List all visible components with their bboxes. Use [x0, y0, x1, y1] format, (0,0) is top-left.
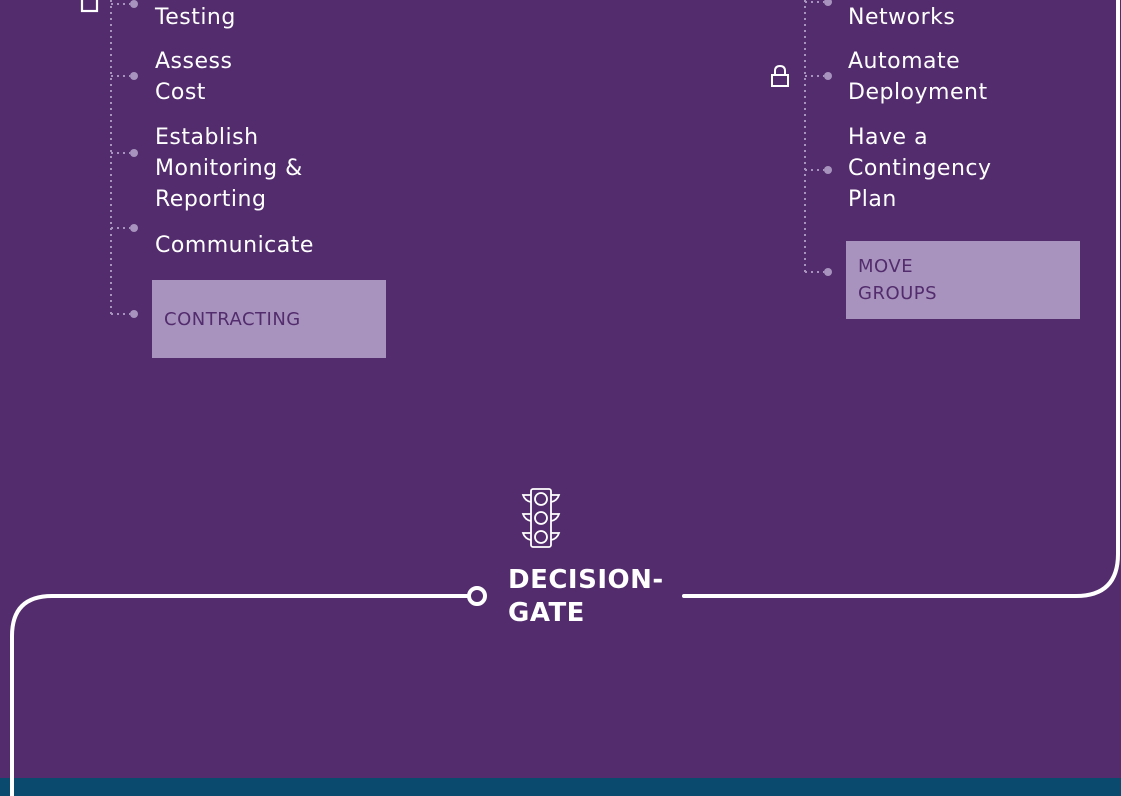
square-outline-icon [80, 0, 99, 13]
right-item-contingency-plan: Have a Contingency Plan [848, 125, 992, 212]
lock-icon [771, 64, 789, 87]
contracting-box: CONTRACTING [152, 280, 386, 358]
right-item-automate-deployment: Automate Deployment [848, 49, 988, 105]
left-item-assess-cost: Assess Cost [155, 49, 233, 105]
connector-dot [130, 149, 138, 157]
right-item-networks: Networks [848, 5, 956, 30]
connector-lines [10, 0, 1120, 796]
decision-gate-label: DECISION- GATE [508, 565, 664, 628]
connector-dot [130, 72, 138, 80]
move-groups-box: MOVE GROUPS [846, 241, 1080, 319]
left-item-testing: Testing [155, 5, 236, 30]
traffic-light-icon [521, 488, 561, 548]
connector-dot [824, 268, 832, 276]
connector-dot [824, 72, 832, 80]
left-item-monitoring: Establish Monitoring & Reporting [155, 125, 303, 212]
connector-dot [824, 166, 832, 174]
left-item-communicate: Communicate [155, 233, 314, 258]
connector-dot [824, 0, 832, 6]
connector-dot [130, 310, 138, 318]
connector-dot [130, 0, 138, 8]
decision-gate-node [467, 586, 487, 606]
connector-dot [130, 224, 138, 232]
